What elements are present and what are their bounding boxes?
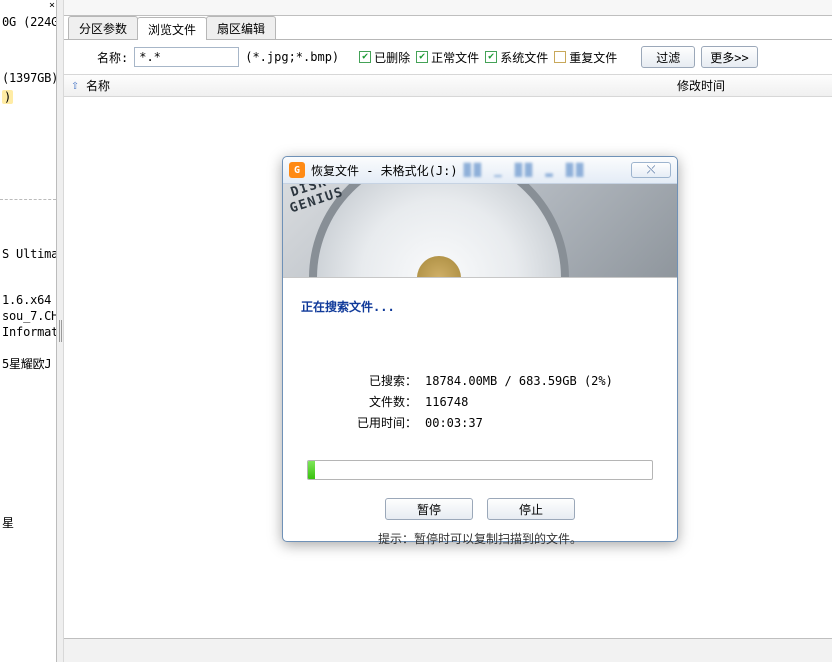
- hint-text: 提示：暂停时可以复制扫描到的文件。: [301, 530, 659, 547]
- up-icon[interactable]: ⇧: [64, 78, 86, 93]
- col-mtime[interactable]: 修改时间: [677, 77, 832, 94]
- stop-button[interactable]: 停止: [487, 498, 575, 520]
- chk-duplicate[interactable]: ✔重复文件: [554, 49, 617, 66]
- vertical-splitter[interactable]: [57, 0, 64, 662]
- ext-hint: (*.jpg;*.bmp): [245, 50, 339, 64]
- tree-partition[interactable]: (1397GB): [0, 70, 56, 86]
- stat-time: 00:03:37: [425, 413, 483, 434]
- tree-item[interactable]: 1.6.x64: [0, 292, 56, 308]
- status-bar: [64, 638, 832, 662]
- tab-partition-params[interactable]: 分区参数: [68, 16, 138, 39]
- sidebar-tree[interactable]: × 0G (224G) (1397GB) ) S Ultima 1.6.x64 …: [0, 0, 57, 662]
- chk-normal[interactable]: ✔正常文件: [416, 49, 479, 66]
- tab-bar: 分区参数 浏览文件 扇区编辑: [64, 16, 832, 40]
- dialog-title-text: 恢复文件 - 未格式化(J:): [311, 162, 458, 179]
- dialog-titlebar[interactable]: G 恢复文件 - 未格式化(J:) ██ ▁ ██ ▂ ██ ⤬: [283, 157, 677, 184]
- chk-system[interactable]: ✔系统文件: [485, 49, 548, 66]
- tree-item[interactable]: 星: [0, 513, 56, 532]
- top-strip: [64, 0, 832, 16]
- tree-item[interactable]: Informat: [0, 324, 56, 340]
- tab-browse-files[interactable]: 浏览文件: [137, 17, 207, 40]
- status-text: 正在搜索文件...: [301, 298, 659, 315]
- dialog-hero: DISKGENIUS: [283, 184, 677, 278]
- stat-searched: 18784.00MB / 683.59GB (2%): [425, 371, 613, 392]
- tree-item[interactable]: 5星耀欧J: [0, 354, 56, 373]
- filter-bar: 名称: (*.jpg;*.bmp) ✔已删除 ✔正常文件 ✔系统文件 ✔重复文件…: [64, 40, 832, 75]
- tree-item[interactable]: sou_7.CH: [0, 308, 56, 324]
- chk-deleted[interactable]: ✔已删除: [359, 49, 410, 66]
- tree-splitter[interactable]: [0, 199, 56, 200]
- progress-bar: [307, 460, 653, 480]
- file-list-header: ⇧ 名称 修改时间: [64, 75, 832, 97]
- tab-sector-edit[interactable]: 扇区编辑: [206, 16, 276, 39]
- stats-block: 已搜索：18784.00MB / 683.59GB (2%) 文件数：11674…: [335, 371, 659, 434]
- tree-item[interactable]: S Ultima: [0, 246, 56, 262]
- stat-files: 116748: [425, 392, 468, 413]
- col-name[interactable]: 名称: [86, 77, 677, 94]
- tree-drive[interactable]: 0G (224G): [0, 14, 56, 30]
- recover-dialog: G 恢复文件 - 未格式化(J:) ██ ▁ ██ ▂ ██ ⤬ DISKGEN…: [282, 156, 678, 542]
- name-label: 名称:: [97, 49, 128, 66]
- more-button[interactable]: 更多>>: [701, 46, 757, 68]
- filter-button[interactable]: 过滤: [641, 46, 695, 68]
- close-icon[interactable]: ×: [49, 0, 55, 11]
- app-root: × 0G (224G) (1397GB) ) S Ultima 1.6.x64 …: [0, 0, 832, 662]
- dialog-close-button[interactable]: ⤬: [631, 162, 671, 178]
- tree-highlight[interactable]: ): [2, 90, 13, 104]
- progress-fill: [308, 461, 315, 479]
- main-panel: 分区参数 浏览文件 扇区编辑 名称: (*.jpg;*.bmp) ✔已删除 ✔正…: [64, 0, 832, 662]
- name-filter-input[interactable]: [134, 47, 239, 67]
- app-icon: G: [289, 162, 305, 178]
- file-list-area: G 恢复文件 - 未格式化(J:) ██ ▁ ██ ▂ ██ ⤬ DISKGEN…: [64, 97, 832, 638]
- pause-button[interactable]: 暂停: [385, 498, 473, 520]
